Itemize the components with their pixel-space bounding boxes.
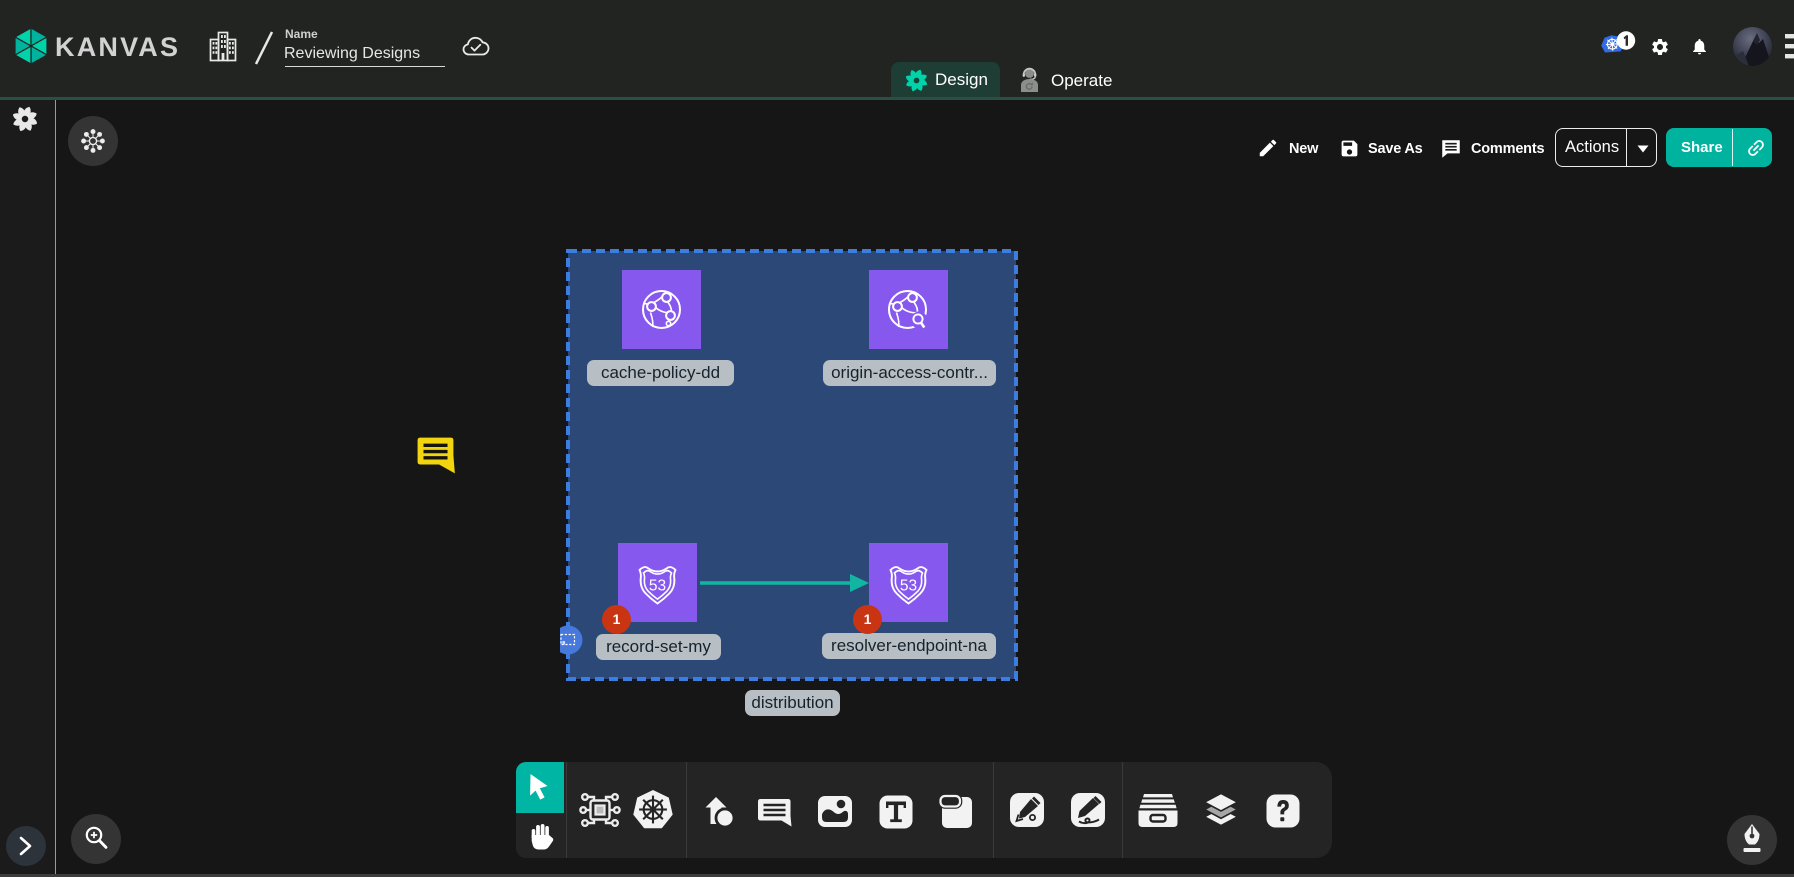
svg-text:53: 53 (649, 578, 666, 595)
